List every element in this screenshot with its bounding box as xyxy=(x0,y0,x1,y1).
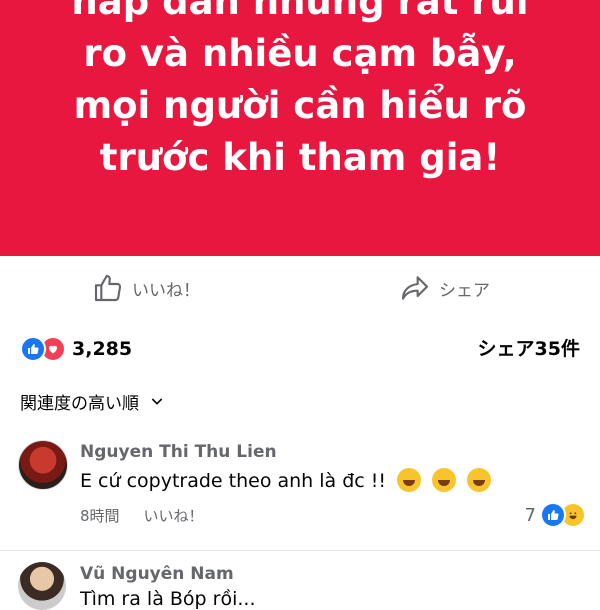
chevron-down-icon xyxy=(151,398,163,405)
comment-like-link[interactable]: いいね！ xyxy=(144,505,204,526)
comment-reactions[interactable]: 7 xyxy=(525,502,586,528)
like-reaction-icon xyxy=(540,502,566,528)
share-button-label: シェア xyxy=(439,280,490,301)
share-count[interactable]: シェア35件 xyxy=(478,334,580,364)
like-button[interactable]: いいね！ xyxy=(92,262,200,314)
avatar[interactable] xyxy=(18,440,68,490)
share-icon xyxy=(401,276,429,300)
share-button[interactable]: シェア xyxy=(399,262,490,314)
banner-text-line: mọi người cần hiểu rõ xyxy=(73,84,527,127)
post-action-bar: いいね！ シェア xyxy=(0,262,600,314)
comment-author[interactable]: Nguyen Thi Thu Lien xyxy=(80,442,277,462)
rolling-laugh-emoji-icon xyxy=(397,468,422,492)
banner-text-line: hấp dẫn nhưng rất rủi xyxy=(71,0,529,23)
comment-sort-dropdown[interactable]: 関連度の高い順 xyxy=(20,386,165,416)
reaction-summary[interactable]: 3,285 xyxy=(20,334,132,364)
reaction-count: 3,285 xyxy=(72,338,133,360)
banner-text-line: ro và nhiều cạm bẫy, xyxy=(83,32,517,75)
rolling-laugh-emoji-icon xyxy=(432,468,457,492)
comment-body: Tìm ra là Bóp rồi... xyxy=(80,588,256,610)
banner-text-line: trước khi tham gia! xyxy=(99,136,501,179)
like-button-label: いいね！ xyxy=(132,280,200,301)
comment-reaction-count: 7 xyxy=(524,504,536,526)
comment-divider xyxy=(0,550,600,551)
comment-meta: 8時間 いいね！ xyxy=(80,505,204,526)
comment-author[interactable]: Vũ Nguyên Nam xyxy=(80,564,234,584)
comment-time[interactable]: 8時間 xyxy=(80,505,120,526)
rolling-laugh-emoji-icon xyxy=(467,468,492,492)
sort-label: 関連度の高い順 xyxy=(20,393,139,414)
like-reaction-icon xyxy=(20,336,46,362)
post-image-banner[interactable]: hấp dẫn nhưng rất rủi ro và nhiều cạm bẫ… xyxy=(0,0,600,256)
thumbs-up-icon xyxy=(94,274,122,302)
avatar[interactable] xyxy=(18,562,66,610)
comment-body: E cứ copytrade theo anh là đc !! xyxy=(80,470,386,492)
comment-text: E cứ copytrade theo anh là đc !! xyxy=(80,468,492,492)
